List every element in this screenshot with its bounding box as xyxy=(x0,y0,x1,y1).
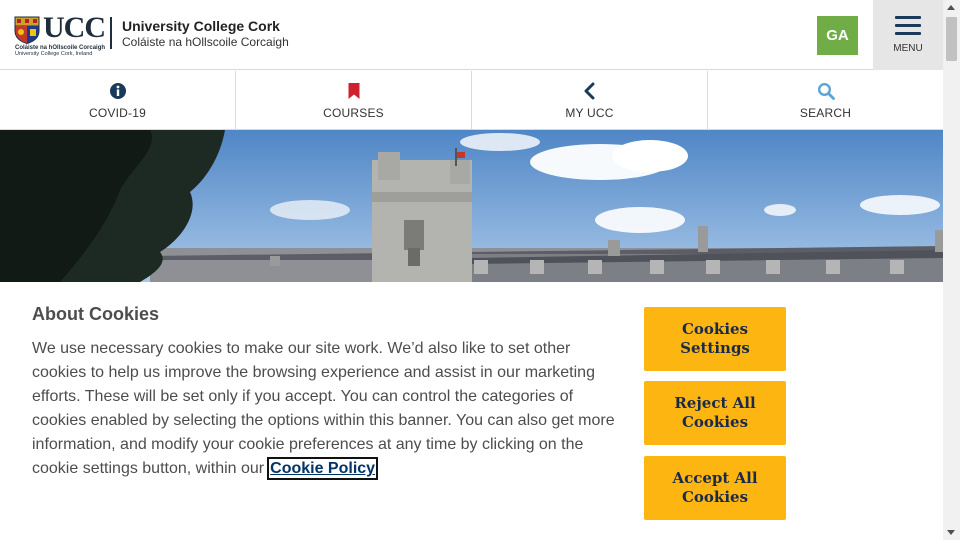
nav-item-courses[interactable]: COURSES xyxy=(236,71,472,129)
quad-building-illustration xyxy=(0,130,943,282)
info-circle-icon xyxy=(109,83,126,99)
nav-item-search[interactable]: SEARCH xyxy=(708,71,943,129)
ucc-logo[interactable]: UCC Coláiste na hOllscoile Corcaigh Univ… xyxy=(14,11,106,59)
bookmark-icon xyxy=(348,83,359,99)
nav-label-my-ucc: MY UCC xyxy=(565,106,614,120)
nav-label-search: SEARCH xyxy=(799,106,852,120)
chevron-left-icon xyxy=(584,82,594,100)
hamburger-icon xyxy=(895,16,921,36)
nav-label-covid: COVID-19 xyxy=(89,106,146,120)
college-name-irish[interactable]: Coláiste na hOllscoile Corcaigh xyxy=(122,35,289,49)
scroll-up-arrow-icon[interactable] xyxy=(947,5,955,10)
nav-item-my-ucc[interactable]: MY UCC xyxy=(472,71,708,129)
language-toggle-button[interactable]: GA xyxy=(817,16,858,55)
cookie-banner-title: About Cookies xyxy=(32,304,160,324)
cookies-settings-button[interactable]: Cookies Settings xyxy=(644,307,786,371)
nav-item-covid[interactable]: COVID-19 xyxy=(0,71,236,129)
reject-all-cookies-button[interactable]: Reject All Cookies xyxy=(644,381,786,445)
site-header: UCC Coláiste na hOllscoile Corcaigh Univ… xyxy=(0,0,943,70)
logo-subtitle-english: University College Cork, Ireland xyxy=(15,51,93,57)
cookie-policy-link[interactable]: Cookie Policy xyxy=(267,457,379,480)
menu-button[interactable]: MENU xyxy=(873,0,943,70)
hero-image xyxy=(0,130,943,282)
crest-icon xyxy=(14,16,40,44)
accept-all-cookies-button[interactable]: Accept All Cookies xyxy=(644,456,786,520)
cookie-banner: About Cookies We use necessary cookies t… xyxy=(0,282,943,540)
search-icon xyxy=(817,82,835,100)
menu-label: MENU xyxy=(893,43,923,54)
college-name[interactable]: University College Cork xyxy=(122,18,280,34)
logo-divider xyxy=(110,17,112,49)
logo-wordmark: UCC xyxy=(43,11,106,44)
page-scrollbar[interactable] xyxy=(943,0,960,540)
nav-label-courses: COURSES xyxy=(323,106,384,120)
quick-nav: COVID-19 COURSES MY UCC SEARCH xyxy=(0,71,943,130)
scroll-thumb[interactable] xyxy=(946,17,957,61)
scroll-down-arrow-icon[interactable] xyxy=(947,530,955,535)
cookie-banner-text: We use necessary cookies to make our sit… xyxy=(32,337,624,481)
cookie-description: We use necessary cookies to make our sit… xyxy=(32,340,615,477)
